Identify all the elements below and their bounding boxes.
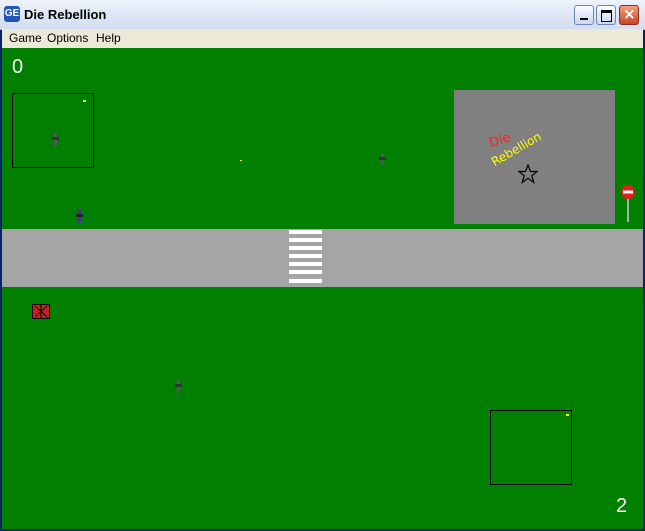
app-icon[interactable]: GE <box>4 6 20 22</box>
hq-building[interactable]: Die Rebellion <box>454 90 615 224</box>
explosion-icon <box>34 305 48 318</box>
minimize-icon <box>580 18 588 20</box>
player-base-top <box>12 93 94 168</box>
player-base-bottom <box>490 410 572 485</box>
menu-bar: Game Options Help <box>2 29 643 49</box>
window-title: Die Rebellion <box>24 7 107 22</box>
stop-sign-icon <box>621 185 635 222</box>
marker-dot <box>566 414 569 416</box>
menu-game[interactable]: Game <box>7 31 44 45</box>
guard[interactable] <box>76 210 83 223</box>
title-bar[interactable]: GE Die Rebellion × <box>0 0 645 30</box>
score-left: 0 <box>12 56 24 78</box>
close-button[interactable]: × <box>619 5 639 25</box>
star-icon <box>518 164 538 184</box>
maximize-icon <box>601 10 612 22</box>
crosswalk <box>289 229 322 287</box>
close-icon: × <box>623 5 636 23</box>
menu-help[interactable]: Help <box>94 31 123 45</box>
marker-dot <box>83 100 86 102</box>
game-field[interactable]: 0 2 Die Rebellion <box>2 48 643 529</box>
score-right: 2 <box>616 495 628 517</box>
game-window: GE Die Rebellion × Game Options Help 0 2 <box>0 0 645 531</box>
maximize-button[interactable] <box>596 5 616 25</box>
menu-options[interactable]: Options <box>45 31 90 45</box>
bomb-crate[interactable] <box>32 304 50 319</box>
minimize-button[interactable] <box>574 5 594 25</box>
marker-dot <box>240 160 242 161</box>
guard[interactable] <box>175 380 182 393</box>
guard[interactable] <box>52 133 59 146</box>
guard[interactable] <box>379 153 386 166</box>
road <box>2 229 643 287</box>
